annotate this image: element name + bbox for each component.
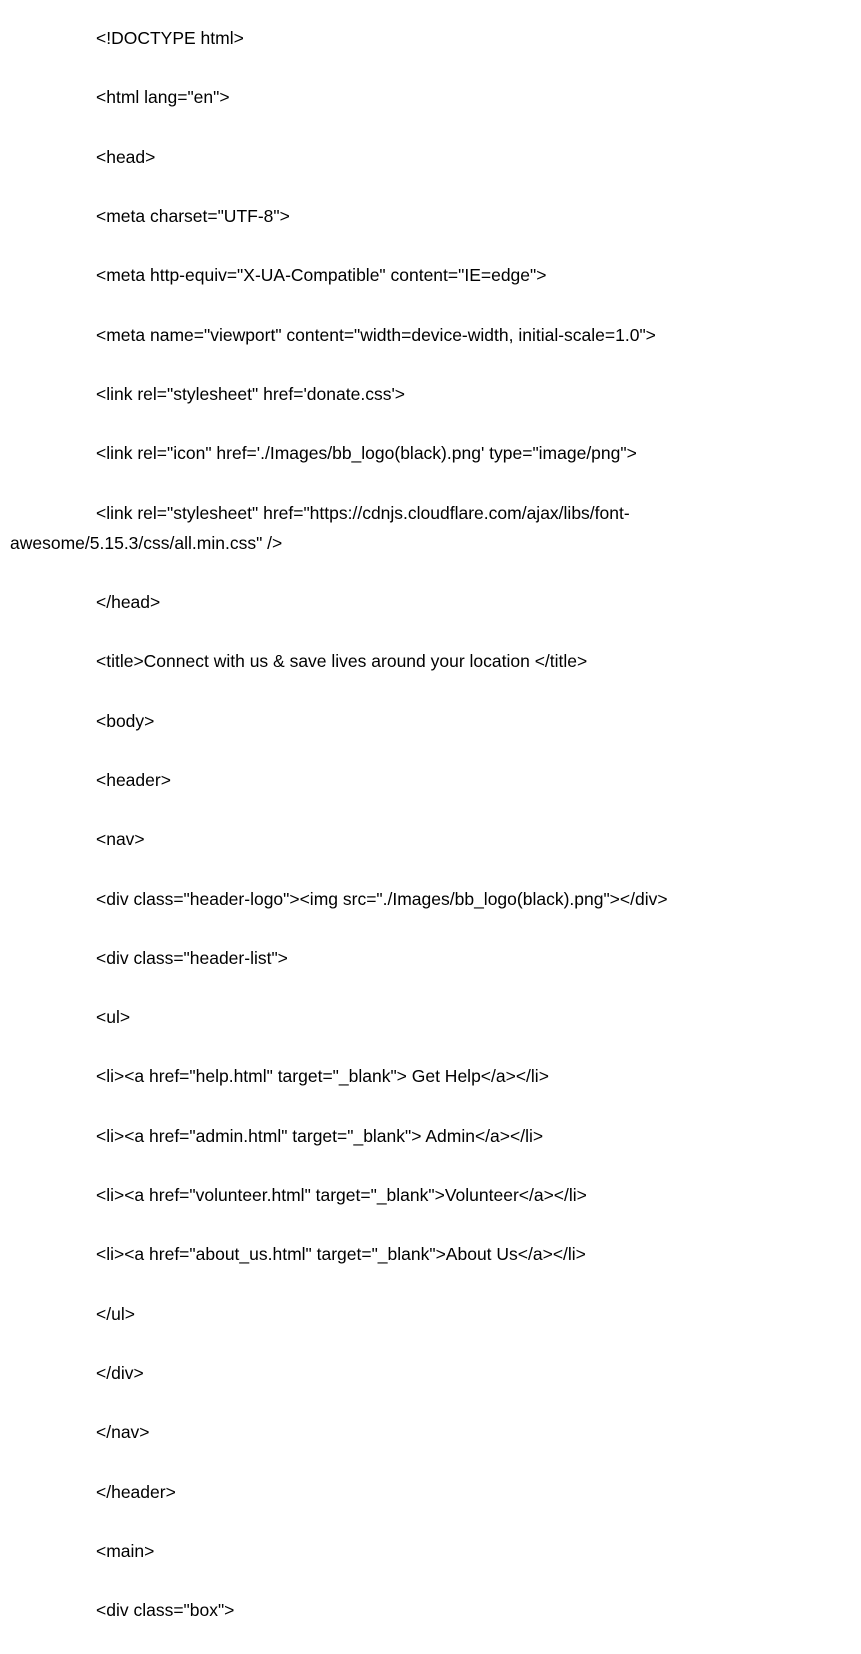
code-line-meta-viewport: <meta name="viewport" content="width=dev… bbox=[96, 325, 656, 345]
code-line-head-close: </head> bbox=[96, 592, 161, 612]
code-line-meta-compat: <meta http-equiv="X-UA-Compatible" conte… bbox=[96, 265, 547, 285]
code-line-link-fontawesome-cont: awesome/5.15.3/css/all.min.css" /> bbox=[10, 533, 283, 553]
code-line-head-open: <head> bbox=[96, 147, 156, 167]
code-line-li-admin: <li><a href="admin.html" target="_blank"… bbox=[96, 1126, 544, 1146]
code-line-meta-charset: <meta charset="UTF-8"> bbox=[96, 206, 290, 226]
code-line-ul-open: <ul> bbox=[96, 1007, 131, 1027]
code-document: <!DOCTYPE html> <html lang="en"> <head> … bbox=[0, 0, 861, 1654]
code-line-nav-close: </nav> bbox=[96, 1422, 150, 1442]
code-line-div-close: </div> bbox=[96, 1363, 144, 1383]
code-line-html-open: <html lang="en"> bbox=[96, 87, 230, 107]
code-line-doctype: <!DOCTYPE html> bbox=[96, 28, 244, 48]
code-line-link-css: <link rel="stylesheet" href='donate.css'… bbox=[96, 384, 406, 404]
code-line-header-open: <header> bbox=[96, 770, 171, 790]
code-line-title: <title>Connect with us & save lives arou… bbox=[96, 651, 588, 671]
code-line-body-open: <body> bbox=[96, 711, 155, 731]
code-line-header-list: <div class="header-list"> bbox=[96, 948, 288, 968]
code-line-link-fontawesome: <link rel="stylesheet" href="https://cdn… bbox=[96, 503, 630, 523]
code-line-li-about: <li><a href="about_us.html" target="_bla… bbox=[96, 1244, 586, 1264]
code-line-li-help: <li><a href="help.html" target="_blank">… bbox=[96, 1066, 549, 1086]
code-line-nav-open: <nav> bbox=[96, 829, 145, 849]
code-line-ul-close: </ul> bbox=[96, 1304, 135, 1324]
code-line-box-open: <div class="box"> bbox=[96, 1600, 235, 1620]
code-line-header-close: </header> bbox=[96, 1482, 176, 1502]
code-line-main-open: <main> bbox=[96, 1541, 155, 1561]
code-line-header-logo: <div class="header-logo"><img src="./Ima… bbox=[96, 889, 668, 909]
code-line-li-volunteer: <li><a href="volunteer.html" target="_bl… bbox=[96, 1185, 587, 1205]
code-line-link-icon: <link rel="icon" href='./Images/bb_logo(… bbox=[96, 443, 637, 463]
